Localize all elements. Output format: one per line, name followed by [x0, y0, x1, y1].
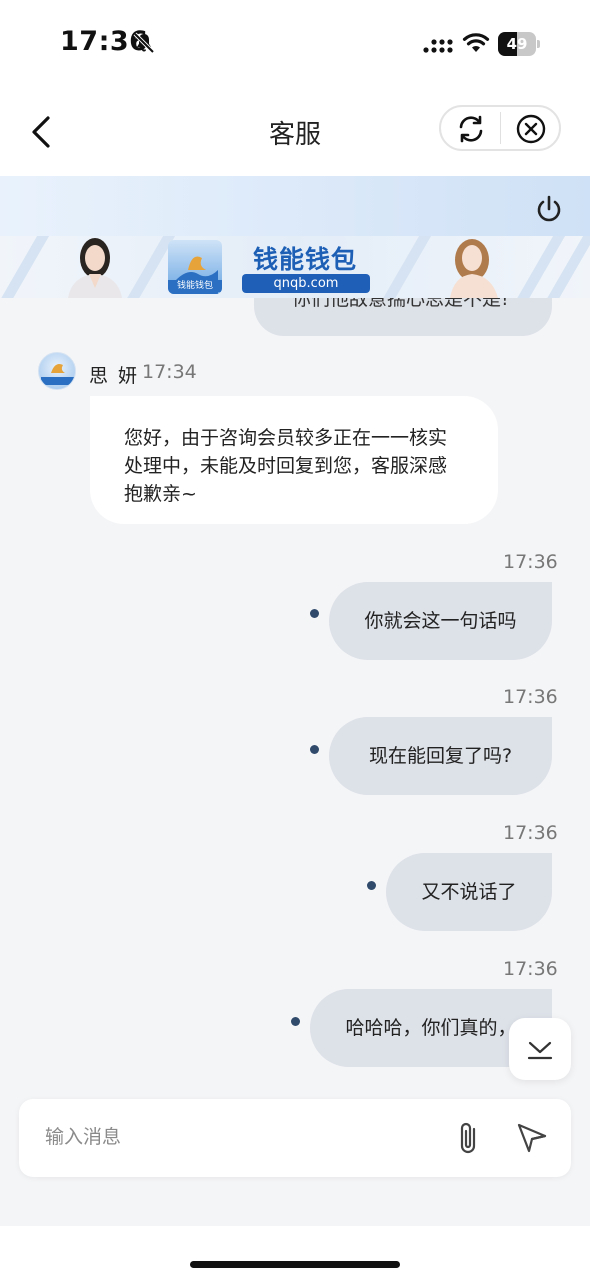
refresh-button[interactable] [441, 107, 500, 149]
message-text: 你就会这一句话吗 [364, 610, 517, 632]
message-bubble-incoming: 您好，由于咨询会员较多正在一一核实 处理中，未能及时回复到您，客服深感 抱歉亲~ [90, 396, 498, 524]
message-status-dot [310, 745, 319, 754]
status-bar: 17:36 49 [0, 0, 590, 88]
message-input[interactable] [45, 1117, 435, 1157]
mini-program-capsule [439, 105, 561, 151]
message-time: 17:36 [503, 958, 558, 980]
message-bubble-outgoing-partial: 你们他敌意揣心思是不是! [254, 298, 552, 336]
message-text-line: 您好，由于咨询会员较多正在一一核实 [124, 427, 448, 449]
banner-stripe [372, 236, 432, 298]
signal-icon [423, 39, 453, 53]
send-icon[interactable] [515, 1121, 549, 1155]
message-time: 17:36 [503, 822, 558, 844]
message-text: 又不说话了 [421, 881, 517, 903]
banner-model-right-image [450, 239, 498, 298]
agent-message-time: 17:34 [142, 361, 197, 383]
message-text: 你们他敌意揣心思是不是! [292, 298, 509, 310]
message-text: 现在能回复了吗? [368, 745, 513, 767]
message-time: 17:36 [503, 686, 558, 708]
battery-indicator: 49 [498, 32, 540, 56]
close-circle-icon [516, 114, 546, 144]
message-bubble-outgoing: 你就会这一句话吗 [329, 582, 552, 660]
message-bubble-outgoing: 现在能回复了吗? [329, 717, 552, 795]
message-text-line: 抱歉亲~ [124, 483, 197, 505]
agent-avatar [38, 352, 76, 390]
wifi-icon [462, 33, 490, 52]
message-text-line: 处理中，未能及时回复到您，客服深感 [124, 455, 448, 477]
banner-model-left-image [68, 238, 122, 298]
banner-stripe [0, 236, 50, 298]
refresh-icon [459, 115, 483, 143]
bottom-safe-area [0, 1226, 590, 1280]
battery-percent: 49 [506, 35, 528, 53]
banner-brand-name: 钱能钱包 [252, 245, 357, 274]
message-bubble-outgoing: 又不说话了 [386, 853, 552, 931]
banner-logo: 钱能钱包 [168, 240, 222, 294]
chevron-left-icon[interactable] [26, 110, 60, 154]
bell-slash-icon [133, 32, 155, 54]
message-status-dot [291, 1017, 300, 1026]
chevron-down-icon [527, 1041, 553, 1060]
close-button[interactable] [501, 107, 560, 149]
paperclip-icon[interactable] [453, 1119, 485, 1157]
message-composer [19, 1099, 571, 1177]
promo-banner[interactable]: 钱能钱包 钱能钱包 qnqb.com [0, 236, 590, 298]
banner-url: qnqb.com [242, 274, 370, 293]
banner-logo-text: 钱能钱包 [168, 280, 222, 292]
chat-area[interactable]: 钱能钱包 钱能钱包 qnqb.com 你们他敌意揣心思是不是! 思 妍 17:3… [0, 176, 590, 1226]
scroll-to-bottom-button[interactable] [509, 1018, 571, 1080]
message-time: 17:36 [503, 551, 558, 573]
agent-name: 思 妍 [89, 365, 140, 387]
nav-bar: 客服 [0, 88, 590, 176]
home-indicator[interactable] [190, 1261, 400, 1268]
chat-header [0, 176, 590, 238]
message-status-dot [310, 609, 319, 618]
message-text: 哈哈哈，你们真的， [345, 1017, 517, 1039]
power-icon[interactable] [534, 194, 564, 224]
message-status-dot [367, 881, 376, 890]
